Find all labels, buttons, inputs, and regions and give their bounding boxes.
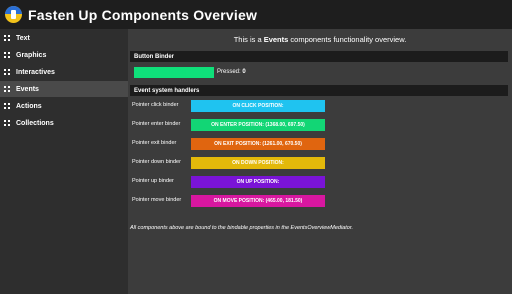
grid-icon xyxy=(4,69,10,75)
app-title: Fasten Up Components Overview xyxy=(28,6,258,23)
sidebar-item-graphics[interactable]: Graphics xyxy=(0,47,128,63)
sidebar-item-text[interactable]: Text xyxy=(0,30,128,46)
button-binder-header: Button Binder xyxy=(130,51,508,62)
overview-suffix: components functionality overview. xyxy=(288,35,407,44)
pointer-exit-button[interactable]: ON EXIT POSITION: (1261.00, 670.50) xyxy=(191,138,325,150)
row-label-enter: Pointer enter binder xyxy=(132,121,181,127)
overview-text: This is a Events components functionalit… xyxy=(128,35,512,44)
binder-button[interactable]: BUTTON xyxy=(134,67,214,78)
row-label-exit: Pointer exit binder xyxy=(132,140,177,146)
sidebar-item-label: Collections xyxy=(16,119,54,127)
sidebar-item-events[interactable]: Events xyxy=(0,81,128,97)
pointer-enter-button[interactable]: ON ENTER POSITION: (1368.00, 697.50) xyxy=(191,119,325,131)
footer-note: All components above are bound to the bi… xyxy=(130,225,353,231)
row-label-move: Pointer move binder xyxy=(132,197,182,203)
sidebar-item-label: Events xyxy=(16,85,39,93)
sidebar-item-label: Text xyxy=(16,34,30,42)
sidebar-item-actions[interactable]: Actions xyxy=(0,98,128,114)
events-header: Event system handlers xyxy=(130,85,508,96)
pointer-click-button[interactable]: ON CLICK POSITION: xyxy=(191,100,325,112)
overview-prefix: This is a xyxy=(233,35,264,44)
main-panel: This is a Events components functionalit… xyxy=(128,29,512,294)
sidebar-item-interactives[interactable]: Interactives xyxy=(0,64,128,80)
grid-icon xyxy=(4,103,10,109)
title-bar: Fasten Up Components Overview xyxy=(0,0,512,29)
sidebar-item-label: Graphics xyxy=(16,51,47,59)
grid-icon xyxy=(4,35,10,41)
sidebar-item-label: Interactives xyxy=(16,68,55,76)
sidebar: Text Graphics Interactives Events Action… xyxy=(0,29,128,294)
overview-bold: Events xyxy=(263,35,289,44)
pressed-count: 0 xyxy=(242,69,246,75)
grid-icon xyxy=(4,86,10,92)
row-label-down: Pointer down binder xyxy=(132,159,181,165)
pressed-label: Pressed: xyxy=(217,69,241,75)
pointer-up-button[interactable]: ON UP POSITION: xyxy=(191,176,325,188)
pointer-down-button[interactable]: ON DOWN POSITION: xyxy=(191,157,325,169)
row-label-up: Pointer up binder xyxy=(132,178,174,184)
pressed-counter: Pressed: 0 xyxy=(217,69,246,75)
grid-icon xyxy=(4,52,10,58)
app-logo-icon xyxy=(5,6,22,23)
grid-icon xyxy=(4,120,10,126)
pointer-move-button[interactable]: ON MOVE POSITION: (465.00, 181.50) xyxy=(191,195,325,207)
sidebar-item-label: Actions xyxy=(16,102,42,110)
sidebar-item-collections[interactable]: Collections xyxy=(0,115,128,131)
row-label-click: Pointer click binder xyxy=(132,102,179,108)
